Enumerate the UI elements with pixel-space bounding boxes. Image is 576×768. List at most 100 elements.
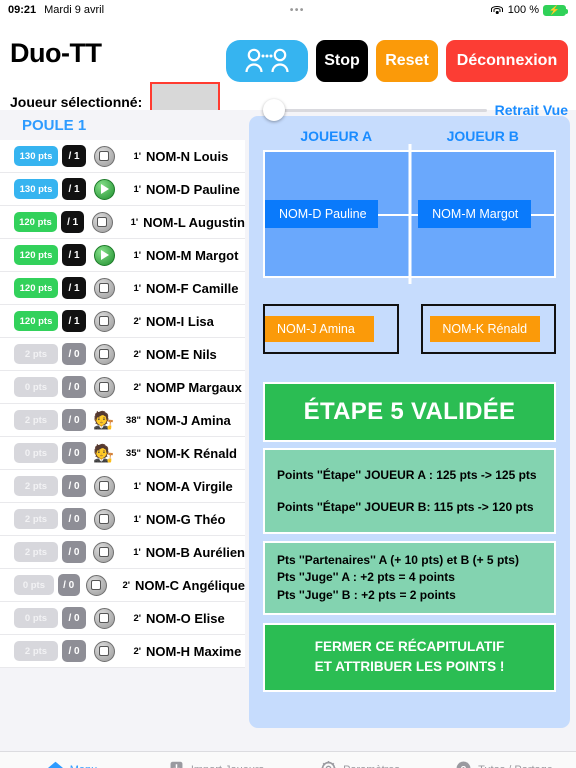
player-name: NOM-C Angélique xyxy=(134,577,245,593)
group-title: POULE 1 xyxy=(22,117,87,134)
play-icon[interactable] xyxy=(93,244,115,266)
player-status-icon-cell[interactable] xyxy=(91,244,117,266)
retrait-vue-label[interactable]: Retrait Vue xyxy=(495,102,568,118)
player-row[interactable]: 0 pts/ 0 2' NOMP Margaux xyxy=(0,371,245,404)
close-recap-line-1: FERMER CE RÉCAPITULATIF xyxy=(314,639,505,655)
player-row[interactable]: 2 pts/ 0 2' NOM-H Maxime xyxy=(0,635,245,668)
stop-icon[interactable] xyxy=(93,640,115,662)
player-duration: 1' xyxy=(133,150,141,162)
disconnect-button[interactable]: Déconnexion xyxy=(446,40,568,82)
player-row[interactable]: 120 pts/ 1 1' NOM-M Margot xyxy=(0,239,245,272)
player-row[interactable]: 130 pts/ 1 1' NOM-D Pauline xyxy=(0,173,245,206)
player-row[interactable]: 120 pts/ 1 1' NOM-F Camille xyxy=(0,272,245,305)
player-b-header: JOUEUR B xyxy=(446,128,519,144)
player-status-icon-cell[interactable] xyxy=(91,541,117,563)
stop-icon[interactable] xyxy=(93,508,115,530)
selected-player-label: Joueur sélectionné: xyxy=(10,94,143,110)
player-duration: 2' xyxy=(133,612,141,624)
gear-icon xyxy=(320,760,337,768)
player-status-icon-cell[interactable] xyxy=(91,607,117,629)
view-slider[interactable] xyxy=(263,99,487,121)
judge-box-b[interactable]: NOM-K Rénald xyxy=(420,304,556,354)
judge-icon[interactable]: 🧑‍⚖️ xyxy=(93,445,114,462)
player-name: NOM-A Virgile xyxy=(146,478,233,494)
stop-icon[interactable] xyxy=(93,376,115,398)
player-status-icon-cell[interactable] xyxy=(91,475,117,497)
judge-a-name[interactable]: NOM-J Amina xyxy=(265,316,375,342)
player-row[interactable]: 2 pts/ 0 1' NOM-A Virgile xyxy=(0,470,245,503)
player-row[interactable]: 2 pts/ 0 1' NOM-G Théo xyxy=(0,503,245,536)
player-row[interactable]: 0 pts/ 0 2' NOM-O Elise xyxy=(0,602,245,635)
player-row[interactable]: 130 pts/ 1 1' NOM-N Louis xyxy=(0,140,245,173)
player-sets-badge: / 0 xyxy=(62,607,86,629)
judge-icon[interactable]: 🧑‍⚖️ xyxy=(93,412,114,429)
player-status-icon-cell[interactable] xyxy=(91,508,117,530)
status-bar: 09:21 Mardi 9 avril ••• 100 % ⚡ xyxy=(0,0,576,20)
tab-param-tres[interactable]: Paramètres xyxy=(288,760,432,768)
player-row[interactable]: 120 pts/ 1 1' NOM-L Augustin xyxy=(0,206,245,239)
court-player-a[interactable]: NOM-D Pauline xyxy=(265,200,378,228)
judge-box-a[interactable]: NOM-J Amina xyxy=(263,304,399,354)
player-status-icon-cell[interactable] xyxy=(91,640,117,662)
player-duration: 35" xyxy=(125,447,141,459)
player-status-icon-cell[interactable] xyxy=(91,376,117,398)
player-sets-badge: / 0 xyxy=(62,508,86,530)
player-row[interactable]: 2 pts/ 0 1' NOM-B Aurélien xyxy=(0,536,245,569)
player-status-icon-cell[interactable] xyxy=(91,343,117,365)
status-right-group: 100 % ⚡ xyxy=(491,4,568,16)
court-player-b[interactable]: NOM-M Margot xyxy=(418,200,531,228)
player-row[interactable]: 0 pts/ 0 2' NOM-C Angélique xyxy=(0,569,245,602)
player-status-icon-cell[interactable] xyxy=(91,310,117,332)
stop-icon[interactable] xyxy=(93,607,115,629)
player-status-icon-cell[interactable] xyxy=(85,574,109,596)
player-row[interactable]: 2 pts/ 0 2' NOM-E Nils xyxy=(0,338,245,371)
reset-button[interactable]: Reset xyxy=(376,40,438,82)
stop-icon[interactable] xyxy=(91,211,113,233)
player-duration: 1' xyxy=(133,183,141,195)
player-status-icon-cell[interactable] xyxy=(91,178,117,200)
close-recap-line-2: ET ATTRIBUER LES POINTS ! xyxy=(314,659,505,675)
player-row[interactable]: 0 pts/ 0 🧑‍⚖️ 35" NOM-K Rénald xyxy=(0,437,245,470)
player-status-icon-cell[interactable] xyxy=(91,277,117,299)
stop-icon[interactable] xyxy=(93,310,115,332)
player-points-badge: 130 pts xyxy=(14,146,58,166)
player-row[interactable]: 2 pts/ 0 🧑‍⚖️ 38" NOM-J Amina xyxy=(0,404,245,437)
player-name: NOM-J Amina xyxy=(146,412,231,428)
player-points-badge: 130 pts xyxy=(14,179,58,199)
player-sets-badge: / 1 xyxy=(60,211,85,233)
detail-line-3: Pts ''Juge'' B : +2 pts = 2 points xyxy=(277,587,456,602)
stop-icon[interactable] xyxy=(93,145,115,167)
player-name: NOMP Margaux xyxy=(146,379,242,395)
tab-import-joueurs[interactable]: Import Joueurs xyxy=(144,760,288,768)
stop-icon[interactable] xyxy=(93,541,115,563)
player-points-badge: 2 pts xyxy=(14,344,58,364)
player-name: NOM-N Louis xyxy=(146,148,229,164)
player-status-icon-cell[interactable]: 🧑‍⚖️ xyxy=(91,445,117,462)
close-recap-button[interactable]: FERMER CE RÉCAPITULATIF ET ATTRIBUER LES… xyxy=(263,623,556,692)
player-row[interactable]: 120 pts/ 1 2' NOM-I Lisa xyxy=(0,305,245,338)
player-points-badge: 120 pts xyxy=(14,245,58,265)
slider-knob[interactable] xyxy=(263,99,285,121)
stop-icon[interactable] xyxy=(85,574,107,596)
player-status-icon-cell[interactable]: 🧑‍⚖️ xyxy=(91,412,117,429)
player-points-badge: 2 pts xyxy=(14,641,58,661)
player-points-badge: 0 pts xyxy=(14,575,54,595)
match-card: JOUEUR A JOUEUR B NOM-D Pauline NOM-M Ma… xyxy=(249,116,570,728)
player-sets-badge: / 0 xyxy=(62,343,86,365)
play-icon[interactable] xyxy=(93,178,115,200)
detail-line-1: Pts ''Partenaires'' A (+ 10 pts) et B (+… xyxy=(277,553,519,567)
tab-label: Tutos / Partage xyxy=(478,764,553,768)
player-points-badge: 120 pts xyxy=(14,212,57,232)
tab-menu[interactable]: Menu xyxy=(0,760,144,768)
judge-b-name[interactable]: NOM-K Rénald xyxy=(430,316,540,342)
stop-icon[interactable] xyxy=(93,475,115,497)
two-people-button[interactable] xyxy=(226,40,308,82)
player-status-icon-cell[interactable] xyxy=(91,145,117,167)
stop-icon[interactable] xyxy=(93,277,115,299)
stop-icon[interactable] xyxy=(93,343,115,365)
player-name: NOM-D Pauline xyxy=(146,181,240,197)
player-sets-badge: / 1 xyxy=(62,244,86,266)
tab-tutos-partage[interactable]: ? Tutos / Partage xyxy=(432,760,576,768)
stop-button[interactable]: Stop xyxy=(316,40,368,82)
player-status-icon-cell[interactable] xyxy=(89,211,114,233)
